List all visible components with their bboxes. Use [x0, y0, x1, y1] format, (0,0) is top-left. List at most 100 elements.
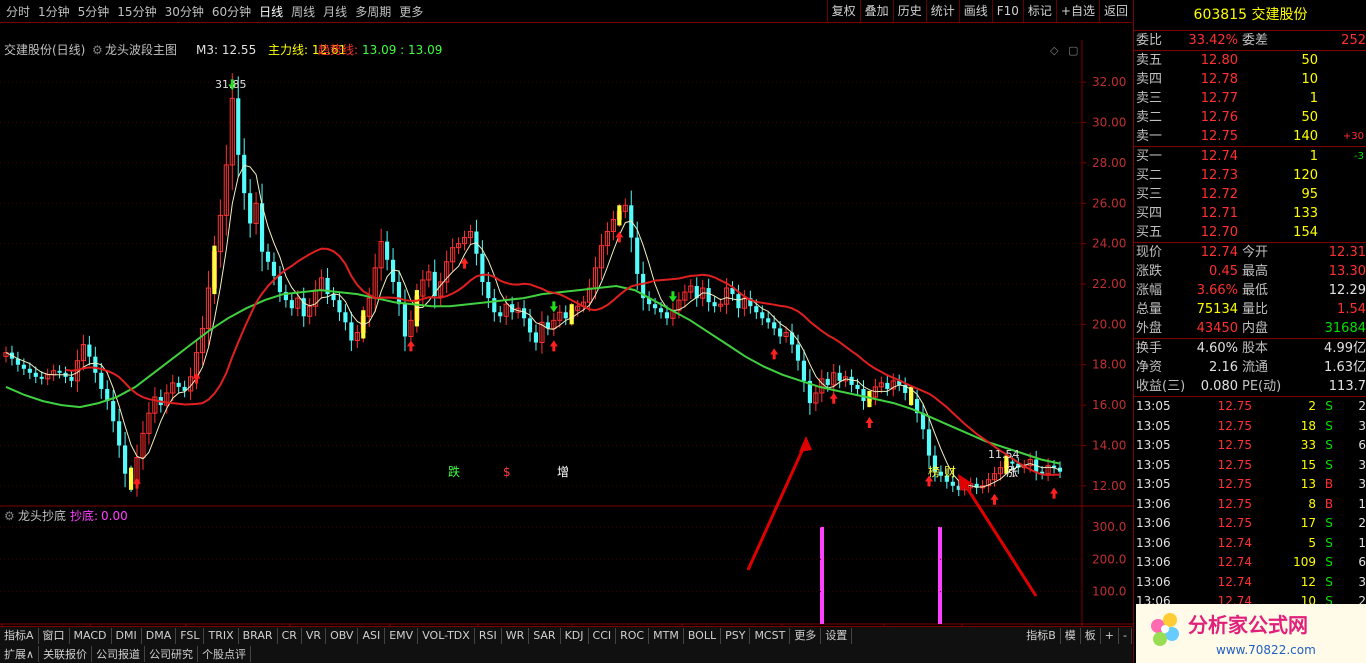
buys-volume: 133 [1293, 206, 1318, 221]
indicator-tab[interactable]: WR [502, 627, 530, 644]
stats-value2: 31684 [1324, 321, 1366, 336]
indicator-tab[interactable]: TRIX [204, 627, 239, 644]
stats-label: 涨幅 [1136, 283, 1163, 298]
period-tab[interactable]: 月线 [319, 3, 351, 20]
extension-tab[interactable]: 扩展∧ [0, 645, 40, 662]
indicator-tab[interactable]: 更多 [790, 627, 822, 644]
extension-tab[interactable]: 公司研究 [145, 645, 199, 662]
indicator-tab[interactable]: 窗口 [39, 627, 70, 644]
sub-y-label: 200.0 [1092, 552, 1126, 566]
kline-chart[interactable]: 交建股份(日线) ⚙ 龙头波段主图 M3: 12.55 主力线: 12.61 趋… [0, 22, 1133, 662]
stats-label: 外盘 [1136, 321, 1163, 336]
stats-row: 现价 12.74 今开 12.31 [1134, 243, 1366, 262]
tool-button[interactable]: 标记 [1022, 0, 1056, 22]
tick-volume: 5 [1308, 535, 1316, 550]
period-tab[interactable]: 周线 [287, 3, 319, 20]
tick-count: 1 [1358, 496, 1366, 511]
indicator-tab[interactable]: RSI [475, 627, 502, 644]
bottom-control-button[interactable]: 指标B [1022, 627, 1061, 644]
period-tab[interactable]: 更多 [395, 3, 427, 20]
tool-button[interactable]: 返回 [1098, 0, 1132, 22]
event-marker[interactable]: $ [503, 465, 511, 479]
signal-candle [128, 467, 134, 490]
candle-body [837, 372, 842, 381]
period-tab[interactable]: 5分钟 [74, 3, 114, 20]
event-marker[interactable]: 榜 [928, 464, 940, 479]
tick-row: 13:05 12.75 15 S 3 [1134, 456, 1366, 476]
m3-value: M3: 12.55 [196, 43, 256, 57]
candle-body [39, 376, 44, 379]
tick-price: 12.75 [1217, 438, 1252, 452]
indicator-name[interactable]: 龙头波段主图 [105, 42, 177, 57]
indicator-tab[interactable]: MACD [70, 627, 112, 644]
tool-button[interactable]: 统计 [925, 0, 959, 22]
bottom-signal-bar [820, 526, 824, 624]
indicator-tab[interactable]: ROC [616, 627, 650, 644]
extension-tab[interactable]: 个股点评 [198, 645, 252, 662]
tick-volume: 13 [1300, 477, 1316, 491]
candle-body [664, 312, 670, 319]
tool-button[interactable]: +自选 [1055, 0, 1099, 22]
indicator-tab[interactable]: MTM [649, 627, 684, 644]
event-marker[interactable]: 增 [557, 465, 569, 479]
indicator-tab[interactable]: FSL [176, 627, 205, 644]
indicator-tab[interactable]: OBV [326, 627, 359, 644]
y-axis-label: 24.00 [1092, 237, 1126, 251]
tool-button[interactable]: F10 [991, 0, 1023, 22]
tick-row: 13:05 12.75 33 S 6 [1134, 436, 1366, 456]
period-tab[interactable]: 日线 [255, 3, 287, 20]
indicator-tab[interactable]: SAR [529, 627, 561, 644]
tick-volume: 15 [1300, 457, 1316, 472]
indicator-tab[interactable]: 指标A [0, 627, 39, 644]
tool-button[interactable]: 叠加 [859, 0, 893, 22]
sub-indicator-name[interactable]: 龙头抄底 [18, 508, 66, 523]
sells-row: 卖一 12.75 140 +30 [1134, 127, 1366, 146]
bottom-control-button[interactable]: 板 [1081, 627, 1101, 644]
indicator-tab[interactable]: DMI [112, 627, 142, 644]
extension-tab[interactable]: 关联报价 [39, 645, 93, 662]
tool-button[interactable]: 复权 [826, 0, 860, 22]
tick-price: 12.75 [1217, 496, 1252, 511]
period-tab[interactable]: 60分钟 [208, 3, 255, 20]
bottom-control-button[interactable]: - [1119, 627, 1132, 644]
indicator-tab[interactable]: VOL-TDX [418, 627, 475, 644]
bottom-control-button[interactable]: 模 [1061, 627, 1081, 644]
tool-button[interactable]: 历史 [892, 0, 926, 22]
period-tab[interactable]: 多周期 [351, 3, 395, 20]
event-marker[interactable]: 跌 [448, 464, 460, 479]
stats2-label2: 流通 [1242, 360, 1269, 375]
indicator-tab[interactable]: BOLL [684, 627, 722, 644]
indicator-tab[interactable]: CCI [589, 627, 617, 644]
tick-time: 13:06 [1136, 516, 1171, 530]
indicator-tab[interactable]: BRAR [239, 627, 278, 644]
indicator-tab[interactable]: EMV [385, 627, 419, 644]
candle-body [402, 304, 408, 337]
gear-icon[interactable]: ⚙ [92, 43, 103, 57]
stats-value2: 12.29 [1328, 283, 1366, 298]
diamond-icon[interactable]: ◇ [1050, 44, 1059, 57]
sub-gear-icon[interactable]: ⚙ [4, 509, 15, 523]
indicator-tab[interactable]: ASI [358, 627, 386, 644]
indicator-tab[interactable]: DMA [142, 627, 177, 644]
indicator-tab[interactable]: PSY [721, 627, 751, 644]
extension-tab[interactable]: 公司报道 [92, 645, 146, 662]
period-tab[interactable]: 30分钟 [161, 3, 208, 20]
event-marker[interactable]: 财 [944, 465, 956, 479]
buys-change [1318, 185, 1364, 204]
period-tab[interactable]: 1分钟 [34, 3, 74, 20]
event-marker[interactable]: 涨 [1006, 464, 1018, 479]
collapse-icon[interactable]: ▢ [1068, 44, 1078, 57]
tick-list[interactable]: 13:05 12.75 2 S 2 13:05 12.75 18 S 3 13:05 12.75 33 S… [1134, 397, 1366, 631]
indicator-tab[interactable]: VR [302, 627, 327, 644]
period-tab[interactable]: 15分钟 [113, 3, 160, 20]
stats-label2: 今开 [1242, 245, 1269, 260]
indicator-tab[interactable]: CR [278, 627, 302, 644]
bottom-control-button[interactable]: + [1101, 627, 1120, 644]
indicator-tab[interactable]: MCST [750, 627, 791, 644]
indicator-tab[interactable]: 设置 [821, 627, 853, 644]
y-axis-label: 12.00 [1092, 479, 1126, 493]
indicator-tab[interactable]: KDJ [561, 627, 589, 644]
period-tab[interactable]: 分时 [2, 3, 34, 20]
tool-button[interactable]: 画线 [958, 0, 992, 22]
candle-body [111, 401, 116, 422]
